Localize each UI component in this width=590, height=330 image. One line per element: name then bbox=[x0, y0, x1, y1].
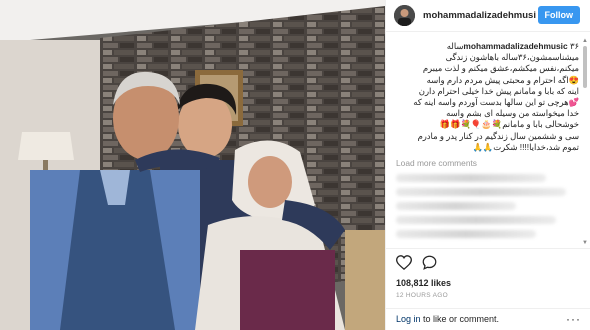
more-options-icon[interactable]: ··· bbox=[566, 312, 581, 326]
avatar-image bbox=[394, 5, 415, 26]
post-header: mohammadalizadehmusi Follow bbox=[386, 0, 590, 32]
comment-icon[interactable] bbox=[422, 255, 437, 275]
caption-line: خوشحالی بابا و مامانم💐🎂🎈💐🎁🎁 bbox=[439, 119, 579, 130]
caption-line: 💕هرچی تو این سالها بدست آوردم واسه اینه … bbox=[413, 97, 579, 108]
caption-line: 😍اگه احترام و محبتی پیش مردم دارم واسه bbox=[426, 74, 579, 85]
scroll-up-arrow-icon[interactable]: ▲ bbox=[582, 38, 588, 44]
blurred-comment bbox=[396, 230, 536, 239]
caption-line: اینه که بابا و مامانم پیش خدا خیلی احترا… bbox=[418, 85, 579, 96]
blurred-comment bbox=[396, 202, 516, 211]
blurred-comment bbox=[396, 188, 566, 197]
login-link[interactable]: Log in bbox=[396, 314, 421, 324]
login-footer: Log in to like or comment. ··· bbox=[386, 308, 590, 330]
header-username[interactable]: mohammadalizadehmusi bbox=[423, 10, 536, 21]
login-prompt-text: to like or comment. bbox=[420, 314, 500, 324]
caption-line: تموم شد،خدایا!!!! شکرت🙏🙏 bbox=[472, 141, 579, 152]
caption-line: خدا میخواسته من وسیله ای بشم واسه bbox=[446, 108, 579, 119]
scroll-thumb[interactable] bbox=[583, 46, 587, 88]
blurred-comment bbox=[396, 174, 546, 183]
blurred-comment bbox=[396, 216, 556, 225]
caption-username[interactable]: mohammadalizadehmusic bbox=[463, 41, 567, 51]
scroll-down-arrow-icon[interactable]: ▼ bbox=[582, 240, 588, 246]
caption-line: میشناسمشون،۳۶ساله باهاشون زندگی bbox=[445, 52, 579, 63]
post-actions: 108,812 likes 12 HOURS AGO bbox=[386, 248, 590, 308]
load-more-comments[interactable]: Load more comments bbox=[396, 158, 579, 168]
post-photo[interactable] bbox=[0, 0, 385, 330]
heart-icon[interactable] bbox=[395, 255, 413, 275]
post-time[interactable]: 12 HOURS AGO bbox=[396, 292, 581, 299]
avatar[interactable] bbox=[394, 5, 415, 26]
caption-line: سی و ششمین سال زندگیم در کنار پدر و مادر… bbox=[417, 130, 579, 141]
follow-button[interactable]: Follow bbox=[537, 6, 580, 24]
comments-scrollbar[interactable]: ▲ ▼ bbox=[582, 38, 588, 246]
caption: mohammadalizadehmusic ۳۶ساله میشناسمشون،… bbox=[396, 41, 579, 153]
comments-area: mohammadalizadehmusic ۳۶ساله میشناسمشون،… bbox=[386, 32, 590, 246]
likes-count[interactable]: 108,812 likes bbox=[396, 278, 581, 288]
caption-line: میکنم،نفس میکشم،عشق میکنم و لذت میبرم bbox=[422, 63, 579, 74]
photo-illustration bbox=[0, 0, 385, 330]
post-sidebar: mohammadalizadehmusi Follow mohammadaliz… bbox=[385, 0, 590, 330]
